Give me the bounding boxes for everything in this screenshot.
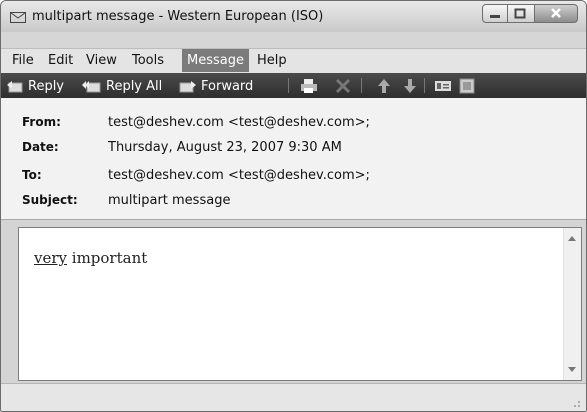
- scroll-up-icon[interactable]: [568, 236, 576, 241]
- reply-button[interactable]: Reply: [6, 77, 64, 95]
- subject-value: multipart message: [108, 193, 231, 208]
- menu-file[interactable]: File: [7, 52, 39, 69]
- minimize-button[interactable]: [482, 4, 508, 23]
- body-word-rest: important: [67, 249, 148, 267]
- menu-bar: File Edit View Tools Message Help: [1, 48, 586, 73]
- forward-label: Forward: [201, 78, 254, 94]
- minimize-icon: [490, 15, 500, 18]
- toolbar-separator: [424, 78, 425, 93]
- addresses-button[interactable]: [434, 77, 452, 95]
- address-book-icon: [435, 81, 451, 91]
- previous-button[interactable]: [375, 77, 393, 95]
- reply-all-button[interactable]: Reply All: [82, 77, 162, 95]
- reply-icon: [7, 81, 23, 93]
- delete-button[interactable]: [334, 77, 352, 95]
- date-value: Thursday, August 23, 2007 9:30 AM: [108, 140, 342, 155]
- maximize-button[interactable]: [508, 4, 534, 23]
- to-label: To:: [22, 168, 42, 182]
- reply-all-icon: [82, 81, 101, 93]
- scroll-down-icon[interactable]: [568, 367, 576, 372]
- menubar-background: [1, 32, 586, 48]
- forward-icon: [179, 81, 196, 93]
- body-word-underlined: very: [34, 249, 67, 267]
- maximize-icon: [514, 8, 526, 19]
- message-header: From: test@deshev.com <test@deshev.com>;…: [1, 98, 586, 220]
- up-arrow-icon: [378, 79, 390, 93]
- menu-tools[interactable]: Tools: [127, 52, 169, 69]
- next-button[interactable]: [401, 77, 419, 95]
- toolbar-separator: [288, 78, 289, 93]
- toolbar: Reply Reply All Forward: [1, 73, 586, 98]
- vertical-scrollbar[interactable]: [563, 228, 581, 380]
- print-icon: [301, 79, 317, 93]
- forward-button[interactable]: Forward: [179, 77, 253, 95]
- reply-label: Reply: [28, 78, 65, 94]
- delete-icon: [335, 78, 351, 94]
- message-window: multipart message - Western European (IS…: [0, 0, 587, 412]
- status-bar: [1, 383, 586, 411]
- resize-grip-icon[interactable]: [569, 396, 581, 408]
- window-title: multipart message - Western European (IS…: [32, 9, 324, 24]
- from-label: From:: [22, 115, 61, 129]
- date-label: Date:: [22, 140, 59, 154]
- close-icon: [551, 8, 561, 18]
- menu-edit[interactable]: Edit: [43, 52, 78, 69]
- title-bar[interactable]: multipart message - Western European (IS…: [1, 1, 586, 33]
- body-text: very important: [34, 249, 147, 267]
- window-controls: [482, 4, 578, 25]
- from-value[interactable]: test@deshev.com <test@deshev.com>;: [108, 115, 370, 130]
- message-body[interactable]: very important: [18, 227, 582, 381]
- down-arrow-icon: [404, 79, 416, 93]
- menu-help[interactable]: Help: [252, 52, 292, 69]
- toolbar-separator: [361, 78, 362, 93]
- envelope-icon: [10, 9, 26, 23]
- contact-card-icon: [459, 78, 475, 94]
- contact-button[interactable]: [458, 77, 476, 95]
- to-value[interactable]: test@deshev.com <test@deshev.com>;: [108, 168, 370, 183]
- close-button[interactable]: [534, 4, 578, 23]
- print-button[interactable]: [300, 77, 318, 95]
- menu-view[interactable]: View: [81, 52, 122, 69]
- menu-message[interactable]: Message: [182, 49, 249, 72]
- reply-all-label: Reply All: [106, 78, 163, 94]
- subject-label: Subject:: [22, 193, 78, 207]
